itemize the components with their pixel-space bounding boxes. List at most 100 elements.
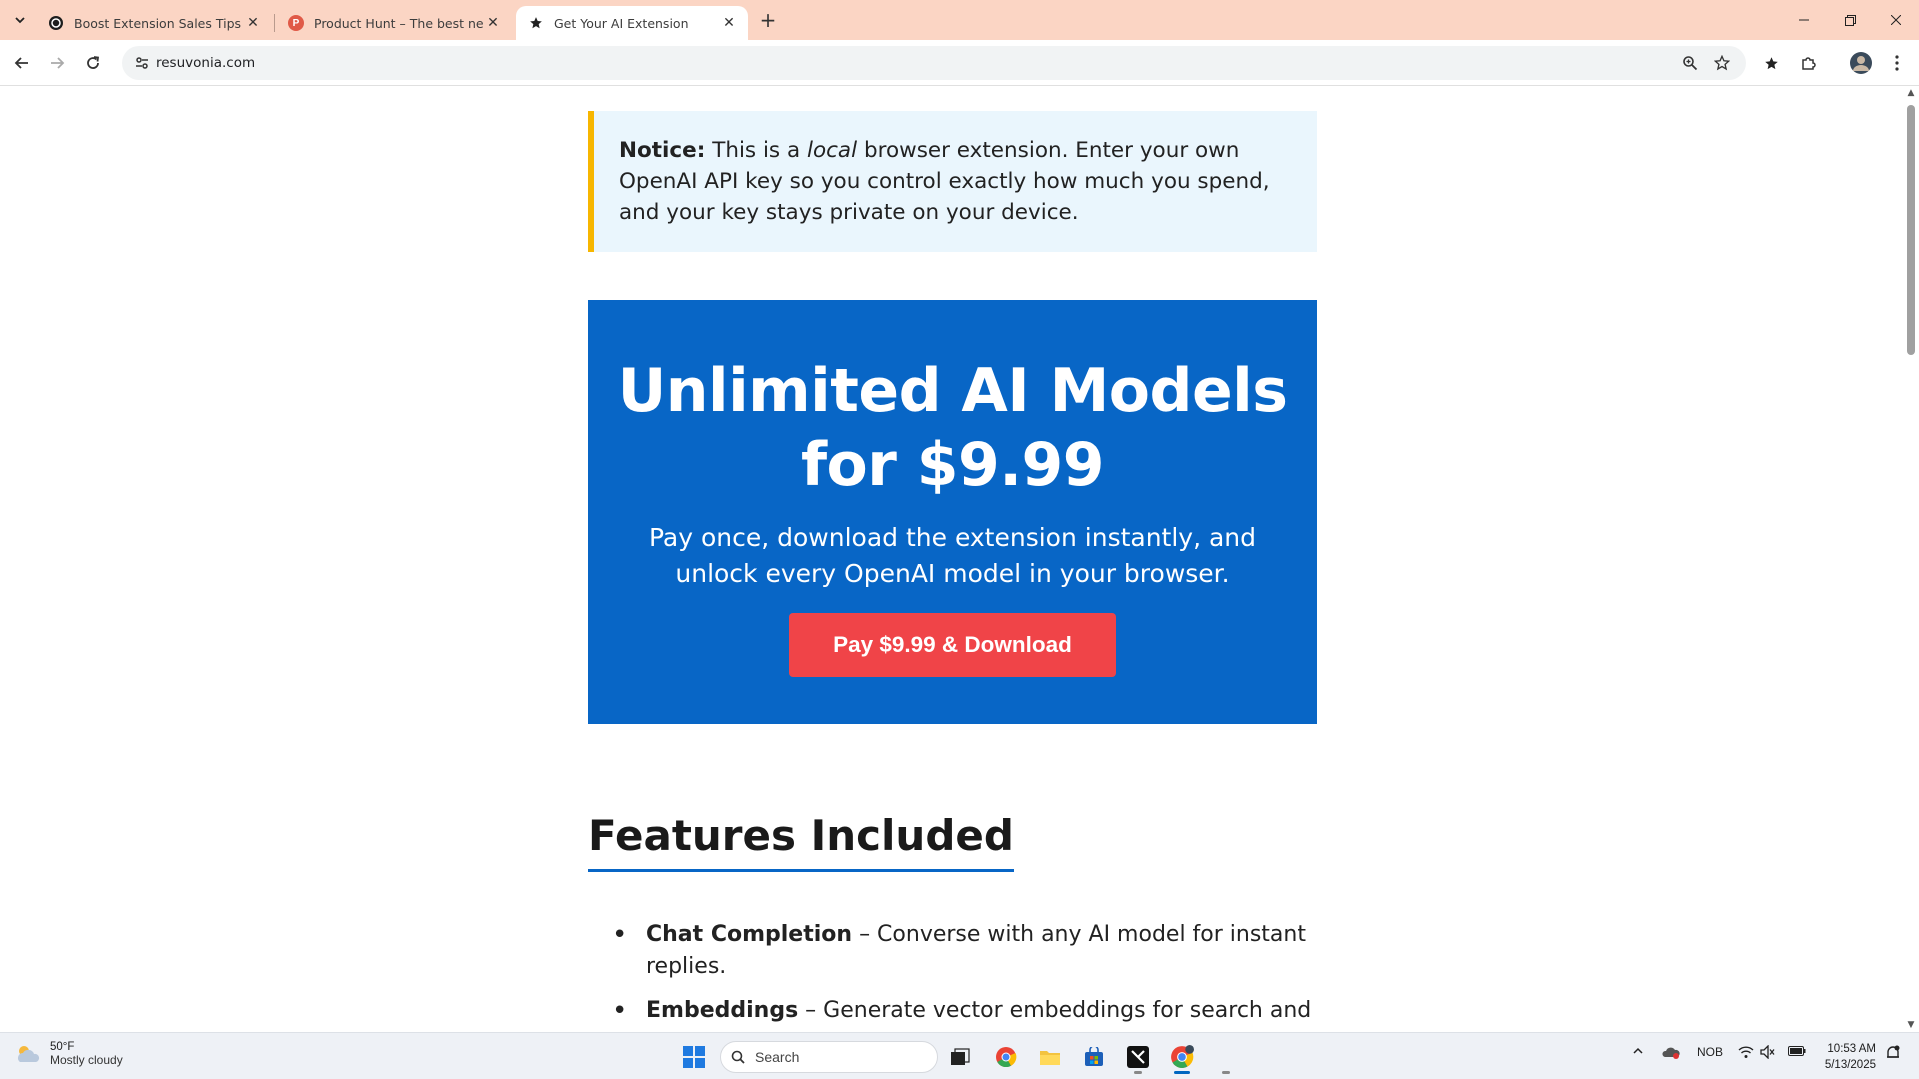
zoom-icon: [1683, 56, 1698, 71]
language-indicator[interactable]: NOB: [1697, 1045, 1723, 1059]
plus-icon: +: [759, 8, 777, 32]
site-info-button[interactable]: [130, 51, 154, 75]
back-button[interactable]: [7, 48, 37, 78]
taskbar-chrome[interactable]: [988, 1039, 1024, 1075]
taskbar-file-explorer[interactable]: [1032, 1039, 1068, 1075]
wifi-icon: [1738, 1046, 1754, 1058]
tab-strip: Boost Extension Sales Tips ✕ P Product H…: [0, 0, 1919, 40]
app-icon: [1127, 1046, 1149, 1068]
onedrive-icon: [1662, 1047, 1680, 1059]
minimize-button[interactable]: [1781, 0, 1827, 40]
address-bar[interactable]: resuvonia.com: [122, 46, 1746, 80]
scroll-down-icon[interactable]: ▼: [1907, 1021, 1915, 1030]
tune-icon: [136, 57, 148, 69]
profile-avatar[interactable]: [1846, 48, 1876, 78]
chrome-icon: [1171, 1045, 1194, 1068]
taskbar-search[interactable]: Search: [720, 1041, 938, 1073]
notice-box: Notice: This is a local browser extensio…: [588, 111, 1317, 252]
star-icon: [528, 15, 544, 31]
close-icon: [1891, 15, 1901, 25]
taskbar-extra[interactable]: [1208, 1039, 1244, 1075]
clock-date: 5/13/2025: [1824, 1059, 1876, 1071]
notice-text-start: This is a: [712, 138, 801, 163]
product-hunt-icon: P: [288, 15, 304, 31]
kebab-menu-icon: [1895, 55, 1899, 71]
taskbar-store[interactable]: [1076, 1039, 1112, 1075]
restore-button[interactable]: [1827, 0, 1873, 40]
taskbar-clock[interactable]: 10:53 AM 5/13/2025: [1810, 1041, 1876, 1073]
bookmark-button[interactable]: [1710, 51, 1734, 75]
scroll-up-icon[interactable]: ▲: [1907, 89, 1915, 98]
windows-logo-icon: [683, 1046, 705, 1068]
close-window-button[interactable]: [1873, 0, 1919, 40]
page-scrollbar[interactable]: ▲ ▼: [1903, 87, 1919, 1032]
notice-label: Notice:: [619, 138, 706, 163]
feature-name: Chat Completion: [646, 922, 853, 947]
taskbar-chrome-profile[interactable]: [1164, 1039, 1200, 1075]
feature-name: Embeddings: [646, 998, 799, 1023]
close-tab-icon[interactable]: ✕: [484, 14, 502, 32]
active-indicator: [1174, 1071, 1190, 1074]
tab-separator: [274, 14, 275, 32]
forward-button[interactable]: [42, 48, 72, 78]
restore-icon: [1844, 14, 1856, 26]
tray-volume[interactable]: [1760, 1044, 1776, 1062]
puzzle-icon: [1802, 57, 1816, 70]
search-icon: [731, 1050, 745, 1064]
scrollbar-thumb[interactable]: [1907, 105, 1915, 355]
task-view-icon: [951, 1048, 970, 1065]
volume-muted-icon: [1760, 1044, 1775, 1060]
reload-icon: [87, 56, 100, 69]
task-view-button[interactable]: [942, 1039, 978, 1075]
new-tab-button[interactable]: +: [756, 8, 780, 32]
features-heading: Features Included: [588, 811, 1014, 872]
back-arrow-icon: [14, 57, 28, 69]
url-text[interactable]: resuvonia.com: [156, 55, 255, 71]
page-viewport: Notice: This is a local browser extensio…: [0, 87, 1903, 1032]
tab-boost-extension[interactable]: Boost Extension Sales Tips ✕: [36, 6, 272, 40]
avatar-icon: [1850, 52, 1872, 74]
zoom-button[interactable]: [1678, 51, 1702, 75]
show-hidden-icons[interactable]: [1632, 1045, 1644, 1060]
tab-search-button[interactable]: [8, 8, 32, 32]
weather-condition: Mostly cloudy: [50, 1053, 123, 1067]
features-list: Chat Completion – Converse with any AI m…: [612, 919, 1312, 1032]
notification-bell-icon: [1887, 1045, 1900, 1058]
store-icon: [1085, 1047, 1103, 1066]
tab-get-ai-extension[interactable]: Get Your AI Extension ✕: [516, 6, 748, 40]
windows-taskbar: 50°F Mostly cloudy Search NOB 10:53 AM 5…: [0, 1032, 1919, 1079]
running-indicator: [1134, 1071, 1142, 1074]
pay-download-button[interactable]: Pay $9.99 & Download: [789, 613, 1116, 677]
bookmarks-button[interactable]: [1756, 48, 1786, 78]
star-outline-icon: [1714, 55, 1730, 71]
clock-time: 10:53 AM: [1827, 1043, 1876, 1055]
close-tab-icon[interactable]: ✕: [244, 14, 262, 32]
chevron-up-icon: [1633, 1047, 1643, 1054]
weather-widget[interactable]: 50°F Mostly cloudy: [14, 1041, 123, 1067]
extensions-button[interactable]: [1794, 48, 1824, 78]
taskbar-app-dark[interactable]: [1120, 1039, 1156, 1075]
star-filled-icon: [1764, 56, 1778, 69]
reload-button[interactable]: [78, 48, 108, 78]
tray-wifi[interactable]: [1738, 1045, 1754, 1062]
feature-desc: – Generate vector embeddings for search …: [805, 998, 1312, 1023]
notifications-button[interactable]: [1886, 1045, 1900, 1064]
list-item: Chat Completion – Converse with any AI m…: [612, 919, 1312, 983]
menu-button[interactable]: [1882, 48, 1912, 78]
hero-banner: Unlimited AI Models for $9.99 Pay once, …: [588, 300, 1317, 724]
hero-subtitle: Pay once, download the extension instant…: [648, 523, 1257, 588]
weather-temp: 50°F: [50, 1041, 75, 1053]
openai-icon: [48, 15, 64, 31]
tab-title: Boost Extension Sales Tips: [74, 15, 242, 31]
close-tab-icon[interactable]: ✕: [720, 14, 738, 32]
tray-battery[interactable]: [1788, 1045, 1806, 1060]
browser-toolbar: resuvonia.com: [0, 40, 1919, 86]
hero-title: Unlimited AI Models for $9.99: [617, 356, 1288, 500]
cloudy-weather-icon: [18, 1046, 40, 1062]
start-button[interactable]: [676, 1039, 712, 1075]
tray-cloud[interactable]: [1662, 1045, 1680, 1062]
running-indicator: [1222, 1071, 1230, 1074]
tab-title: Product Hunt – The best new products: [314, 15, 484, 31]
tab-product-hunt[interactable]: P Product Hunt – The best new products ✕: [276, 6, 512, 40]
chevron-down-icon: [15, 17, 25, 24]
